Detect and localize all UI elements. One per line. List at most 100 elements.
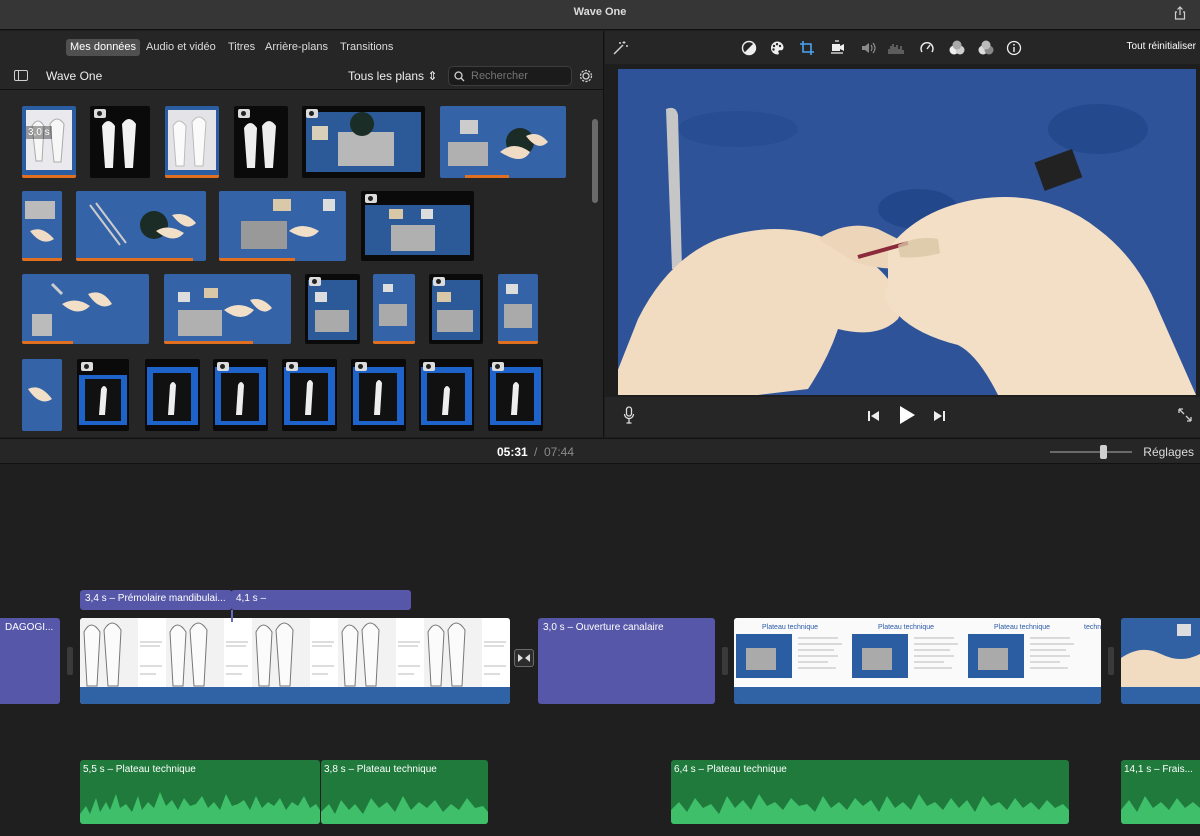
gear-icon[interactable] (578, 68, 594, 84)
clip-filter-icon[interactable] (977, 40, 995, 56)
photo-thumbnail[interactable] (145, 359, 200, 431)
audio-clip[interactable]: 6,4 s – Plateau technique (671, 760, 1069, 824)
speed-icon[interactable] (919, 40, 935, 56)
camera-icon (94, 109, 106, 118)
video-clip[interactable] (1121, 618, 1200, 704)
tab-titres[interactable]: Titres (224, 39, 259, 56)
zoom-slider[interactable] (1050, 445, 1132, 459)
photo-thumbnail[interactable] (77, 359, 129, 431)
clip-filter-select[interactable]: Tous les plans ⇕ (348, 69, 437, 83)
clip-thumbnail[interactable] (219, 191, 346, 261)
volume-icon[interactable] (860, 40, 878, 56)
title-clip[interactable]: 4,1 s – (231, 590, 411, 610)
magic-wand-icon[interactable] (611, 40, 629, 56)
title-clip-label: 3,4 s – Prémolaire mandibulai... (85, 593, 226, 604)
frame-caption: Plateau technique (762, 624, 819, 631)
title-clip-label: 4,1 s – (236, 593, 267, 604)
video-clip[interactable]: Plateau technique Plateau technique Plat… (734, 618, 1101, 704)
audio-clip[interactable]: 14,1 s – Frais... (1121, 760, 1200, 824)
audio-clip[interactable]: 5,5 s – Plateau technique (80, 760, 320, 824)
microphone-icon[interactable] (623, 406, 635, 424)
skip-back-icon[interactable] (867, 409, 881, 423)
crop-icon[interactable] (799, 40, 815, 56)
camera-icon (433, 277, 445, 286)
audio-clip-label: 14,1 s – Frais... (1124, 764, 1193, 775)
camera-icon (81, 362, 93, 371)
clip-thumbnail[interactable] (440, 106, 566, 178)
tab-arriere-plans[interactable]: Arrière-plans (261, 39, 332, 56)
photo-thumbnail[interactable] (90, 106, 150, 178)
audio-waveform (671, 794, 1069, 824)
title-clip[interactable]: DAGOGI... (0, 618, 60, 704)
audio-waveform (1121, 796, 1200, 824)
clip-grid: 3,0 s (8, 93, 590, 435)
clip-thumbnail[interactable] (22, 359, 62, 431)
clip-thumbnail[interactable]: 3,0 s (22, 106, 76, 178)
title-clip-label: DAGOGI... (5, 622, 54, 633)
photo-thumbnail[interactable] (302, 106, 425, 178)
clip-used-bar (465, 175, 510, 178)
window-title: Wave One (573, 6, 627, 18)
color-balance-icon[interactable] (741, 40, 757, 56)
zoom-slider-knob[interactable] (1100, 445, 1108, 459)
camera-icon (423, 362, 435, 371)
photo-thumbnail[interactable] (488, 359, 543, 431)
stabilization-icon[interactable] (829, 40, 845, 56)
color-palette-icon[interactable] (769, 40, 785, 56)
updown-chevron-icon: ⇕ (427, 69, 438, 83)
clip-used-bar (22, 341, 73, 344)
clip-thumbnail[interactable] (373, 274, 415, 344)
reset-all-button[interactable]: Tout réinitialiser (1127, 41, 1196, 52)
photo-thumbnail[interactable] (361, 191, 474, 261)
current-time: 05:31 (497, 445, 528, 459)
photo-thumbnail[interactable] (419, 359, 474, 431)
timecode-bar: 05:31 / 07:44 Réglages (0, 438, 1200, 464)
fullscreen-icon[interactable] (1177, 407, 1193, 423)
play-icon[interactable] (897, 405, 917, 425)
browser-scrollbar[interactable] (592, 119, 598, 203)
search-field[interactable] (448, 66, 572, 86)
photo-thumbnail[interactable] (429, 274, 483, 344)
clip-gap-handle[interactable] (67, 647, 73, 675)
photo-thumbnail[interactable] (305, 274, 360, 344)
clip-thumbnail[interactable] (498, 274, 538, 344)
photo-thumbnail[interactable] (213, 359, 268, 431)
video-audio-band (1121, 687, 1200, 704)
photo-thumbnail[interactable] (351, 359, 406, 431)
tab-mes-donnees[interactable]: Mes données (66, 39, 141, 56)
tab-audio-video[interactable]: Audio et vidéo (142, 39, 220, 56)
clip-gap-handle[interactable] (1108, 647, 1114, 675)
audio-clip[interactable]: 3,8 s – Plateau technique (321, 760, 488, 824)
camera-icon (306, 109, 318, 118)
title-clip[interactable]: 3,0 s – Ouverture canalaire (538, 618, 715, 704)
clip-used-bar (373, 341, 415, 344)
clip-thumbnail[interactable] (22, 274, 149, 344)
noise-reduction-icon[interactable] (948, 40, 966, 56)
filmstrip-frame: Plateau technique (734, 618, 850, 686)
frame-caption: techn (1084, 624, 1101, 631)
video-preview (618, 69, 1196, 395)
clip-thumbnail[interactable] (165, 106, 219, 178)
settings-button[interactable]: Réglages (1143, 445, 1194, 459)
clip-used-bar (76, 258, 193, 261)
media-browser: Mes données Audio et vidéo Titres Arrièr… (0, 31, 604, 437)
transition-icon[interactable] (514, 649, 534, 667)
clip-thumbnail[interactable] (164, 274, 291, 344)
title-clip[interactable]: 3,4 s – Prémolaire mandibulai... (80, 590, 232, 610)
sidebar-toggle-icon[interactable] (14, 70, 28, 81)
camera-icon (238, 109, 250, 118)
clip-thumbnail[interactable] (76, 191, 206, 261)
audio-clip-label: 5,5 s – Plateau technique (83, 764, 196, 775)
clip-gap-handle[interactable] (722, 647, 728, 675)
search-input[interactable] (471, 69, 567, 83)
info-icon[interactable] (1006, 40, 1022, 56)
skip-forward-icon[interactable] (932, 409, 946, 423)
photo-thumbnail[interactable] (282, 359, 337, 431)
clip-thumbnail[interactable] (22, 191, 62, 261)
photo-thumbnail[interactable] (234, 106, 288, 178)
video-clip[interactable] (80, 618, 510, 704)
share-icon[interactable] (1174, 6, 1186, 20)
equalizer-icon[interactable] (887, 40, 905, 56)
tab-transitions[interactable]: Transitions (336, 39, 397, 56)
video-filmstrip (80, 618, 510, 688)
